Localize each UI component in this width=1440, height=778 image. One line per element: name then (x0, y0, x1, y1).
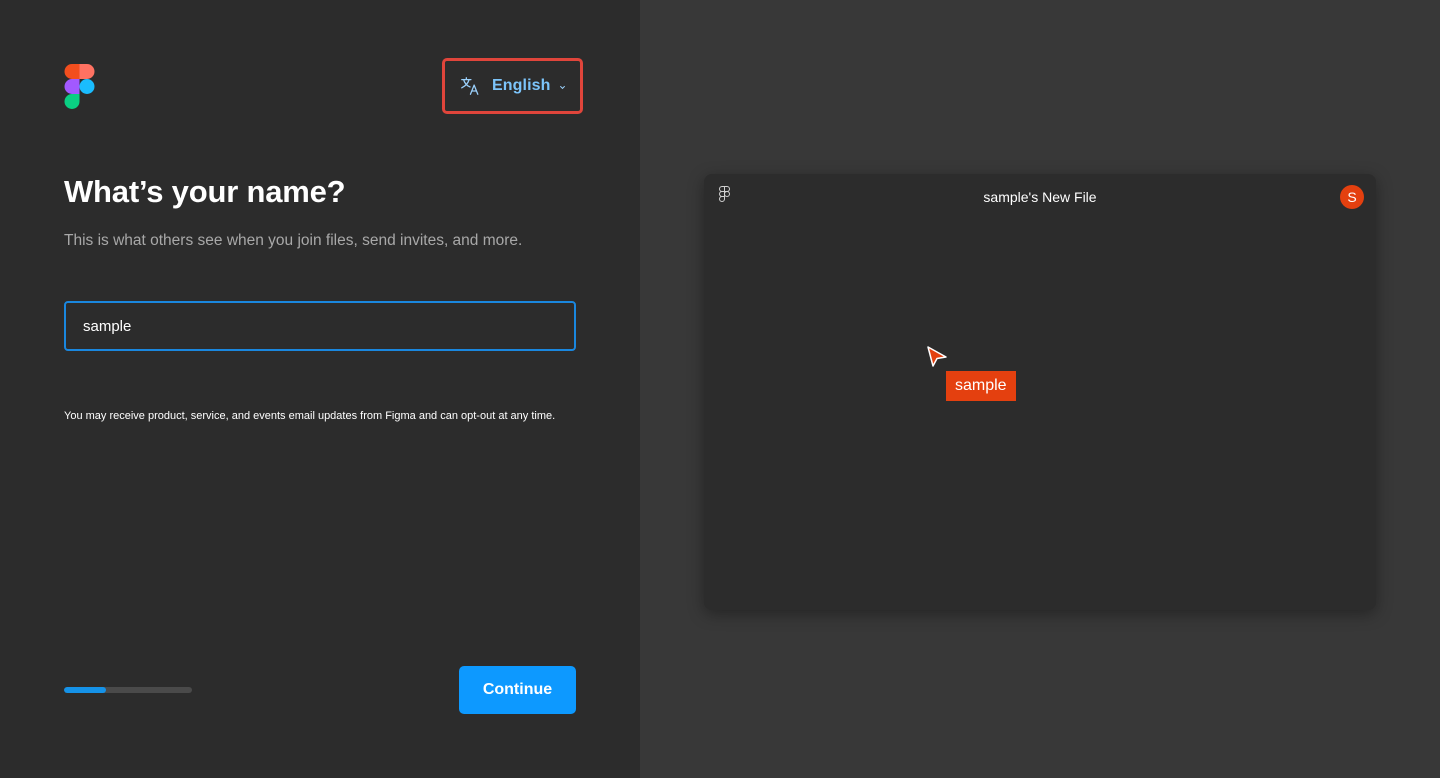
file-preview-window: sample's New File S sample (704, 174, 1376, 610)
chevron-down-icon (559, 85, 566, 90)
page-title: What’s your name? (64, 174, 346, 209)
progress-bar (64, 687, 192, 693)
language-label: English (492, 77, 551, 94)
onboarding-panel: English What’s your name? This is what o… (0, 0, 640, 778)
page-subtitle: This is what others see when you join fi… (64, 232, 523, 249)
progress-fill (64, 687, 107, 693)
language-selector[interactable]: English (445, 61, 580, 111)
avatar: S (1340, 185, 1364, 209)
continue-button[interactable]: Continue (459, 666, 576, 714)
cursor-icon (927, 346, 947, 367)
language-selector-highlight: English (442, 58, 583, 114)
translate-icon (461, 77, 479, 95)
figma-logo (64, 64, 95, 109)
name-input[interactable] (64, 301, 576, 351)
cursor-name-tag: sample (946, 371, 1016, 401)
email-disclaimer: You may receive product, service, and ev… (64, 410, 556, 422)
preview-file-title: sample's New File (983, 189, 1097, 205)
